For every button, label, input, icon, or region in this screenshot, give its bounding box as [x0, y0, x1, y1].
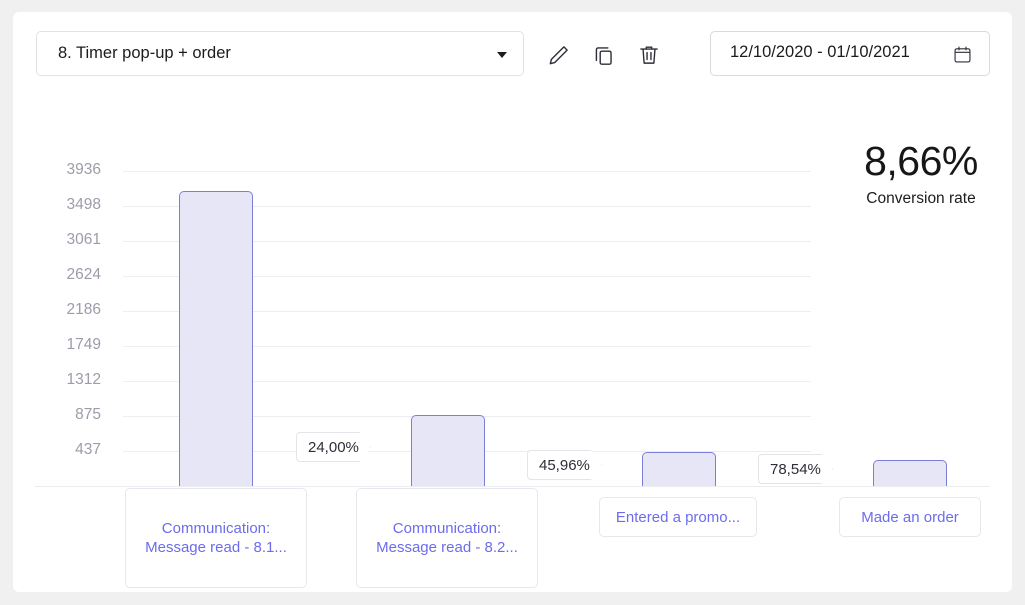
funnel-chart: 3936 3498 3061 2624 2186 1749 1312 875 437 24,00…: [13, 92, 1012, 592]
event-chip[interactable]: Communication: Message read - 8.2...: [356, 488, 538, 588]
conversion-rate-label: Conversion rate: [841, 190, 1001, 208]
plot-region: 3936 3498 3061 2624 2186 1749 1312 875 437 24,00…: [13, 92, 1012, 487]
y-axis-tick-label: 1312: [13, 371, 101, 389]
toolbar: 8. Timer pop-up + order: [13, 12, 1012, 92]
event-chip[interactable]: Entered a promo...: [599, 497, 757, 537]
y-axis-tick-label: 3936: [13, 161, 101, 179]
funnel-bar[interactable]: [873, 460, 947, 486]
y-axis-tick-label: 1749: [13, 336, 101, 354]
y-axis-tick-label: 2186: [13, 301, 101, 319]
conversion-summary: 8,66% Conversion rate: [841, 140, 1001, 208]
y-axis-tick-label: 3498: [13, 196, 101, 214]
conversion-badge[interactable]: 45,96%: [527, 450, 602, 480]
grid-line: [123, 171, 811, 172]
funnel-select[interactable]: 8. Timer pop-up + order: [36, 31, 524, 76]
chevron-down-icon: [497, 52, 507, 58]
trash-icon: [636, 42, 662, 68]
event-chip[interactable]: Made an order: [839, 497, 981, 537]
delete-button[interactable]: [636, 42, 662, 68]
edit-button[interactable]: [546, 42, 572, 68]
date-range-value: 12/10/2020 - 01/10/2021: [730, 43, 910, 62]
y-axis-tick-label: 3061: [13, 231, 101, 249]
copy-button[interactable]: [591, 42, 617, 68]
funnel-bar[interactable]: [411, 415, 485, 486]
conversion-badge[interactable]: 78,54%: [758, 454, 833, 484]
event-chip[interactable]: Communication: Message read - 8.1...: [125, 488, 307, 588]
y-axis-tick-label: 875: [13, 406, 101, 424]
funnel-select-value: 8. Timer pop-up + order: [58, 44, 231, 63]
conversion-badge[interactable]: 24,00%: [296, 432, 371, 462]
pencil-icon: [546, 42, 572, 68]
funnel-card: 8. Timer pop-up + order: [13, 12, 1012, 592]
y-axis-tick-label: 2624: [13, 266, 101, 284]
funnel-bar[interactable]: [179, 191, 253, 486]
date-range-picker[interactable]: 12/10/2020 - 01/10/2021: [710, 31, 990, 76]
funnel-bar[interactable]: [642, 452, 716, 486]
event-labels: Communication: Message read - 8.1... Comm…: [13, 487, 1012, 592]
calendar-icon: [952, 44, 973, 70]
y-axis-tick-label: 437: [13, 441, 101, 459]
copy-icon: [591, 42, 617, 68]
conversion-rate-value: 8,66%: [841, 140, 1001, 183]
